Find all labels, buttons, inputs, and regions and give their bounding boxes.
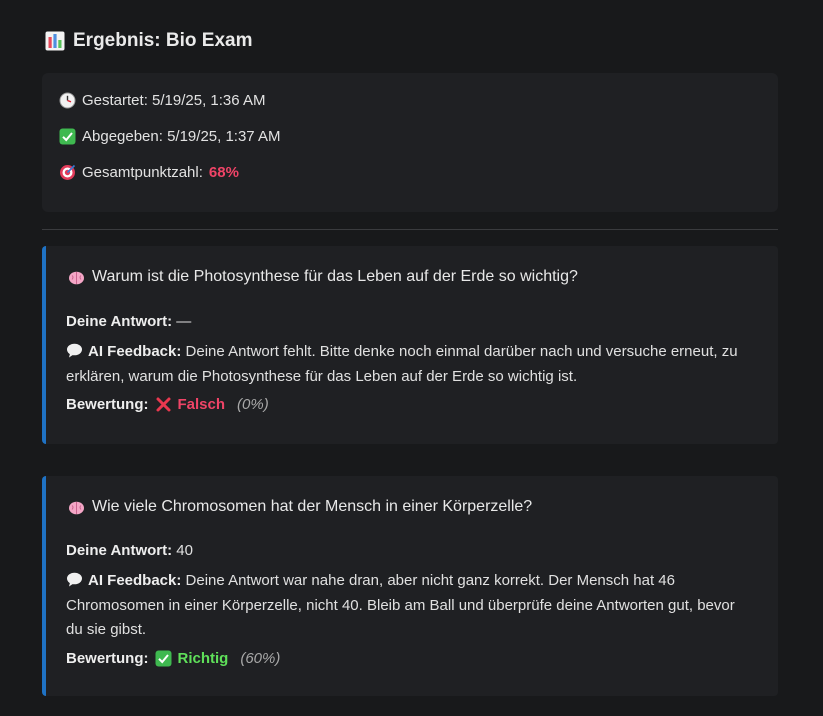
page-title-text: Ergebnis: Bio Exam [73,30,253,51]
rating-row: Bewertung: Falsch (0%) [66,396,269,413]
submitted-row: Abgegeben: 5/19/25, 1:37 AM [59,128,281,145]
rating-row: Bewertung: Richtig (60%) [66,650,280,667]
feedback-block: AI Feedback: Deine Antwort war nahe dran… [66,569,748,643]
bar-chart-icon [45,31,65,51]
speech-bubble-icon [66,571,83,588]
summary-panel: Gestartet: 5/19/25, 1:36 AM Abgegeben: 5… [42,73,778,212]
feedback-label: AI Feedback: [88,343,182,360]
question-row: Wie viele Chromosomen hat der Mensch in … [68,498,532,516]
score-row: Gesamtpunktzahl: 68% [59,164,239,181]
check-box-icon [59,128,76,145]
target-icon [59,164,76,181]
cross-icon [155,396,172,413]
speech-bubble-icon [66,342,83,359]
score-value: 68% [208,164,239,181]
rating-percent: (0%) [237,396,269,413]
answer-label: Deine Antwort: [66,313,173,330]
question-text: Wie viele Chromosomen hat der Mensch in … [92,498,533,515]
feedback-label: AI Feedback: [88,572,182,589]
page-title: Ergebnis: Bio Exam [45,30,253,52]
question-card: Warum ist die Photosynthese für das Lebe… [42,246,778,444]
rating-value: Richtig [177,650,229,667]
question-text: Warum ist die Photosynthese für das Lebe… [92,268,578,285]
answer-value: 40 [176,542,193,559]
score-label: Gesamtpunktzahl: [82,164,203,181]
check-icon [155,650,172,667]
divider [42,229,778,230]
answer-label: Deine Antwort: [66,542,173,559]
answer-row: Deine Antwort: 40 [66,539,748,564]
rating-value: Falsch [177,396,226,413]
brain-icon [68,499,85,516]
brain-icon [68,269,85,286]
feedback-block: AI Feedback: Deine Antwort fehlt. Bitte … [66,340,748,389]
clock-icon [59,92,76,109]
submitted-text: Abgegeben: 5/19/25, 1:37 AM [82,128,281,145]
answer-value: — [176,313,192,330]
answer-row: Deine Antwort: — [66,310,748,335]
rating-label: Bewertung: [66,650,149,667]
question-card: Wie viele Chromosomen hat der Mensch in … [42,476,778,696]
rating-percent: (60%) [240,650,281,667]
started-text: Gestartet: 5/19/25, 1:36 AM [82,92,266,109]
started-row: Gestartet: 5/19/25, 1:36 AM [59,92,265,109]
question-row: Warum ist die Photosynthese für das Lebe… [68,268,578,286]
rating-label: Bewertung: [66,396,149,413]
